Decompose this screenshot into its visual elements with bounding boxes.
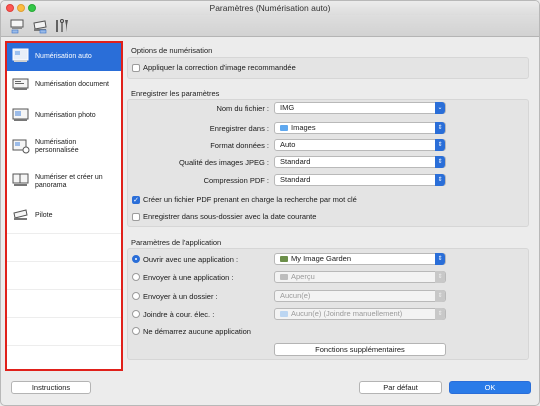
filename-value: IMG <box>280 103 295 112</box>
sidebar-divider <box>7 289 121 290</box>
updown-chevron-icon: ⇕ <box>435 253 445 265</box>
date-subfolder-label: Enregistrer dans sous-dossier avec la da… <box>143 212 317 221</box>
instructions-button[interactable]: Instructions <box>11 381 91 394</box>
filename-label: Nom du fichier : <box>216 104 269 113</box>
save-in-select[interactable]: Images ⇕ <box>274 122 446 134</box>
pdf-compression-label: Compression PDF : <box>203 176 269 185</box>
updown-chevron-icon: ⇕ <box>435 122 445 134</box>
open-with-value: My Image Garden <box>291 254 352 263</box>
sidebar-item-label: Numérisation document <box>35 81 109 88</box>
more-functions-button[interactable]: Fonctions supplémentaires <box>274 343 446 356</box>
title-bar: Paramètres (Numérisation auto) <box>1 1 539 15</box>
sidebar-divider <box>7 345 121 346</box>
ok-button[interactable]: OK <box>449 381 531 394</box>
mail-icon <box>280 311 288 317</box>
sidebar-item-label: Pilote <box>35 212 53 219</box>
pdf-compression-select[interactable]: Standard ⇕ <box>274 174 446 186</box>
format-label: Format données : <box>210 141 269 150</box>
send-folder-value: Aucun(e) <box>280 291 311 300</box>
no-app-label: Ne démarrez aucune application <box>143 327 251 336</box>
driver-icon <box>12 206 28 222</box>
sidebar-item-photo-scan[interactable]: Numérisation photo <box>7 102 121 130</box>
send-app-label: Envoyer à une application : <box>143 273 234 282</box>
sidebar-item-custom-scan[interactable]: Numérisation personnalisée <box>7 131 121 163</box>
close-window-icon[interactable] <box>6 4 14 12</box>
attach-mail-value: Aucun(e) (Joindre manuellement) <box>291 309 403 318</box>
filename-input[interactable]: IMG ⌄ <box>274 102 446 114</box>
send-app-radio[interactable] <box>132 273 140 281</box>
app-settings-title: Paramètres de l'application <box>131 238 222 247</box>
searchable-pdf-label: Créer un fichier PDF prenant en charge l… <box>143 195 357 204</box>
save-in-label: Enregistrer dans : <box>209 124 269 133</box>
send-app-value: Aperçu <box>291 272 315 281</box>
sidebar-item-label: Numérisation auto <box>35 53 92 60</box>
send-app-select[interactable]: Aperçu ⇕ <box>274 271 446 283</box>
searchable-pdf-checkbox[interactable]: ✓ <box>132 196 140 204</box>
open-with-radio[interactable] <box>132 255 140 263</box>
photo-scan-icon <box>12 106 29 122</box>
open-with-select[interactable]: My Image Garden ⇕ <box>274 253 446 265</box>
sidebar-divider <box>7 261 121 262</box>
sidebar-divider <box>7 317 121 318</box>
sidebar-item-label: Numérisation photo <box>35 112 96 119</box>
jpeg-quality-select[interactable]: Standard ⇕ <box>274 156 446 168</box>
sidebar-item-panorama-scan[interactable]: Numériser et créer un panorama <box>7 165 121 199</box>
updown-chevron-icon: ⇕ <box>435 156 445 168</box>
date-subfolder-checkbox[interactable] <box>132 213 140 221</box>
sidebar-item-label: Numérisation personnalisée <box>35 139 79 154</box>
no-app-radio[interactable] <box>132 327 140 335</box>
zoom-window-icon[interactable] <box>28 4 36 12</box>
image-correction-label: Appliquer la correction d'image recomman… <box>143 63 296 72</box>
sidebar-item-auto-scan[interactable]: Numérisation auto <box>7 43 121 71</box>
sidebar-item-driver[interactable]: Pilote <box>7 202 121 230</box>
scan-settings-icon[interactable] <box>9 17 27 35</box>
pdf-compression-value: Standard <box>280 175 311 184</box>
format-select[interactable]: Auto ⇕ <box>274 139 446 151</box>
toolbar <box>1 15 539 37</box>
preview-app-icon <box>280 274 288 280</box>
jpeg-quality-value: Standard <box>280 157 311 166</box>
updown-chevron-icon: ⇕ <box>435 174 445 186</box>
custom-scan-icon <box>12 137 30 154</box>
send-folder-select[interactable]: Aucun(e) ⇕ <box>274 290 446 302</box>
folder-icon <box>280 125 288 131</box>
window-title: Paramètres (Numérisation auto) <box>209 3 331 13</box>
scan-mode-sidebar: Numérisation auto Numérisation document <box>5 41 123 371</box>
open-with-label: Ouvrir avec une application : <box>143 255 239 264</box>
sidebar-item-document-scan[interactable]: Numérisation document <box>7 71 121 99</box>
updown-chevron-icon: ⇕ <box>435 139 445 151</box>
updown-chevron-icon: ⇕ <box>435 271 445 283</box>
attach-mail-select[interactable]: Aucun(e) (Joindre manuellement) ⇕ <box>274 308 446 320</box>
attach-mail-label: Joindre à cour. élec. : <box>143 310 215 319</box>
send-folder-radio[interactable] <box>132 292 140 300</box>
image-correction-checkbox[interactable] <box>132 64 140 72</box>
settings-window: Paramètres (Numérisation auto) Numérisat… <box>0 0 540 406</box>
scanner-settings-icon[interactable] <box>31 17 49 35</box>
minimize-window-icon[interactable] <box>17 4 25 12</box>
attach-mail-radio[interactable] <box>132 310 140 318</box>
chevron-down-icon: ⌄ <box>435 102 445 114</box>
sidebar-divider <box>7 233 121 234</box>
my-image-garden-icon <box>280 256 288 262</box>
document-scan-icon <box>12 75 29 91</box>
scan-options-title: Options de numérisation <box>131 46 213 55</box>
updown-chevron-icon: ⇕ <box>435 290 445 302</box>
general-settings-icon[interactable] <box>53 17 71 35</box>
auto-scan-icon <box>12 47 29 63</box>
panorama-scan-icon <box>12 171 29 187</box>
save-in-value: Images <box>291 123 316 132</box>
updown-chevron-icon: ⇕ <box>435 308 445 320</box>
save-settings-title: Enregistrer les paramètres <box>131 89 220 98</box>
sidebar-item-label: Numériser et créer un panorama <box>35 174 103 189</box>
jpeg-quality-label: Qualité des images JPEG : <box>178 158 269 167</box>
default-button[interactable]: Par défaut <box>359 381 442 394</box>
send-folder-label: Envoyer à un dossier : <box>143 292 218 301</box>
format-value: Auto <box>280 140 296 149</box>
